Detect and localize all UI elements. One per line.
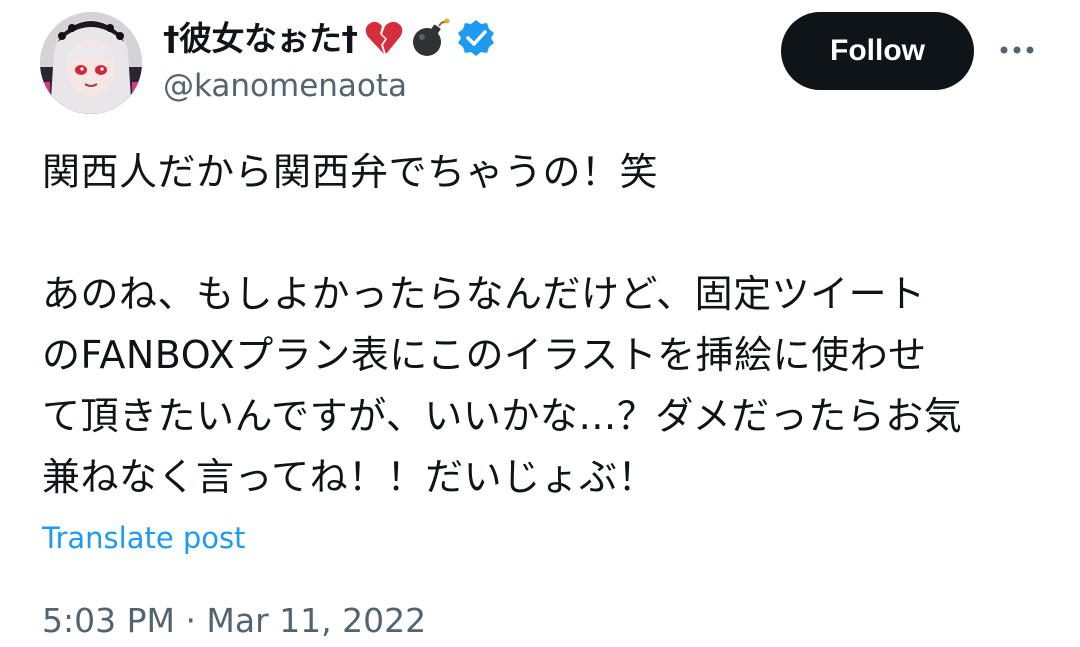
post-text-line: あのね、もしよかったらなんだけど、固定ツイート — [42, 272, 926, 316]
avatar[interactable] — [40, 12, 142, 114]
verified-badge-icon[interactable] — [456, 18, 496, 58]
more-options-button[interactable] — [992, 28, 1042, 72]
post-text-line: のFANBOXプラン表にこのイラストを挿絵に使わせ — [42, 333, 927, 377]
post-text-line — [42, 203, 1052, 264]
post-timestamp[interactable]: 5:03 PM · Mar 11, 2022 — [42, 598, 426, 644]
bomb-icon — [410, 18, 450, 58]
broken-heart-icon — [364, 18, 404, 58]
post-text-line: 関西人だから関西弁でちゃうの！笑 — [42, 150, 659, 194]
post-text-line: て頂きたいんですが、いいかな…？ダメだったらお気 — [42, 394, 963, 438]
more-dots-icon — [1000, 46, 1034, 54]
post-text: 関西人だから関西弁でちゃうの！笑 あのね、もしよかったらなんだけど、固定ツイート… — [42, 142, 1052, 508]
author-handle[interactable]: @kanomenaota — [163, 64, 407, 108]
author-name-row: †彼女なぉた† — [163, 14, 496, 62]
translate-post-link[interactable]: Translate post — [42, 516, 246, 560]
post-text-line: 兼ねなく言ってね！！だいじょぶ！ — [42, 455, 657, 499]
follow-button[interactable]: Follow — [781, 12, 974, 90]
author-display-name[interactable]: †彼女なぉた† — [163, 22, 358, 55]
